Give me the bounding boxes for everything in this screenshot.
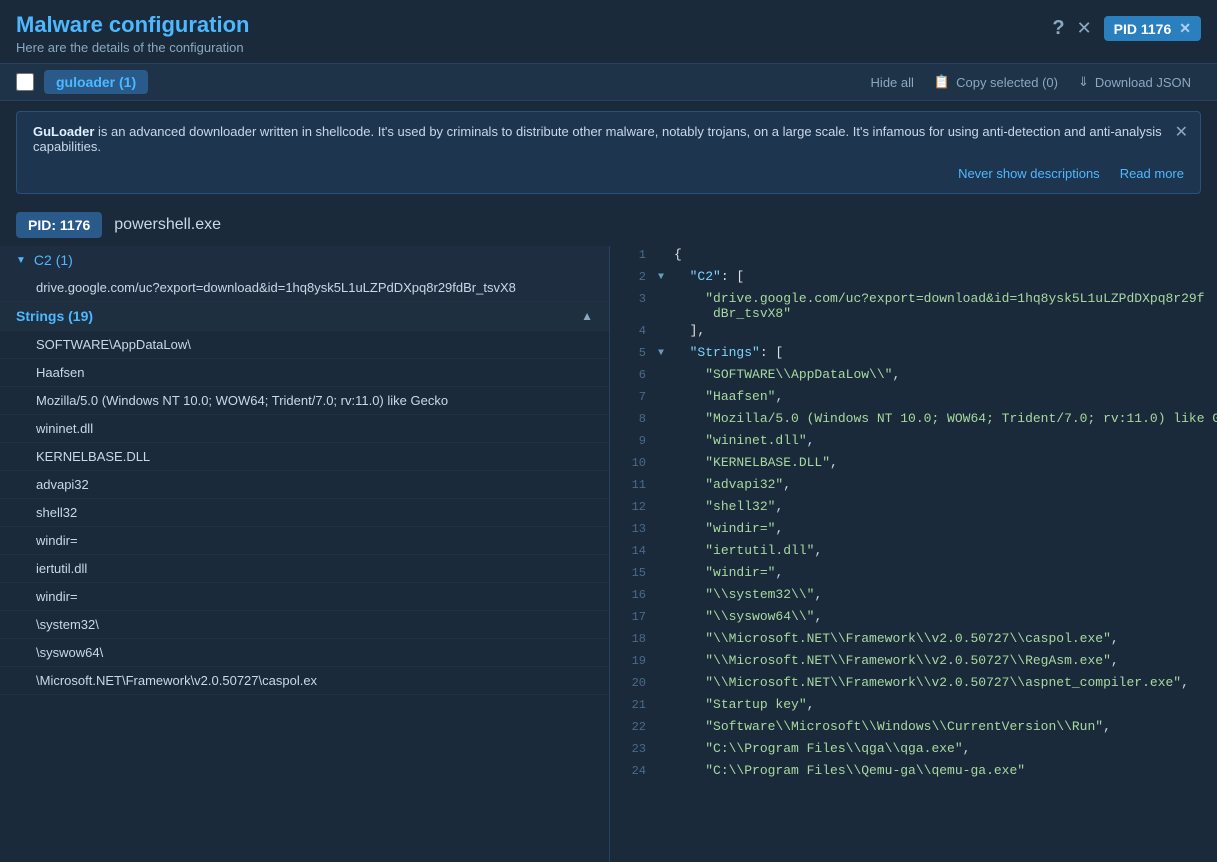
json-line-19: 19 "\\Microsoft.NET\\Framework\\v2.0.507… — [610, 652, 1217, 674]
hide-all-button[interactable]: Hide all — [861, 71, 924, 94]
string-item-0[interactable]: SOFTWARE\AppDataLow\ — [0, 331, 609, 359]
pid-tag: PID: 1176 — [16, 212, 102, 238]
json-line-23: 23 "C:\\Program Files\\qga\\qga.exe", — [610, 740, 1217, 762]
title-bar: Malware configuration Here are the detai… — [0, 0, 1217, 63]
string-item-3[interactable]: wininet.dll — [0, 415, 609, 443]
string-item-9[interactable]: windir= — [0, 583, 609, 611]
json-line-22: 22 "Software\\Microsoft\\Windows\\Curren… — [610, 718, 1217, 740]
c2-section-header[interactable]: ▼ C2 (1) — [0, 246, 609, 274]
json-line-18: 18 "\\Microsoft.NET\\Framework\\v2.0.507… — [610, 630, 1217, 652]
json-line-1: 1 { — [610, 246, 1217, 268]
json-line-12: 12 "shell32", — [610, 498, 1217, 520]
strings-items: SOFTWARE\AppDataLow\ Haafsen Mozilla/5.0… — [0, 331, 609, 695]
close-button[interactable]: ✕ — [1077, 18, 1092, 39]
c2-item-0[interactable]: drive.google.com/uc?export=download&id=1… — [0, 274, 609, 302]
string-item-6[interactable]: shell32 — [0, 499, 609, 527]
string-item-1[interactable]: Haafsen — [0, 359, 609, 387]
json-viewer[interactable]: 1 { 2 ▼ "C2": [ 3 "drive.google.com/uc?e… — [610, 246, 1217, 862]
string-item-12[interactable]: \Microsoft.NET\Framework\v2.0.50727\casp… — [0, 667, 609, 695]
read-more-link[interactable]: Read more — [1120, 166, 1184, 181]
main-content: ▼ C2 (1) drive.google.com/uc?export=down… — [0, 246, 1217, 862]
download-json-button[interactable]: ⇓ Download JSON — [1068, 70, 1201, 94]
json-line-5: 5 ▼ "Strings": [ — [610, 344, 1217, 366]
json-line-9: 9 "wininet.dll", — [610, 432, 1217, 454]
json-line-4: 4 ], — [610, 322, 1217, 344]
info-banner: GuLoader is an advanced downloader writt… — [16, 111, 1201, 194]
json-line-15: 15 "windir=", — [610, 564, 1217, 586]
title-bar-right: ? ✕ PID 1176 ✕ — [1052, 16, 1201, 41]
json-line-24: 24 "C:\\Program Files\\Qemu-ga\\qemu-ga.… — [610, 762, 1217, 784]
string-item-11[interactable]: \syswow64\ — [0, 639, 609, 667]
window-subtitle: Here are the details of the configuratio… — [16, 40, 249, 55]
json-line-8: 8 "Mozilla/5.0 (Windows NT 10.0; WOW64; … — [610, 410, 1217, 432]
download-json-label: Download JSON — [1095, 75, 1191, 90]
left-panel: ▼ C2 (1) drive.google.com/uc?export=down… — [0, 246, 610, 862]
json-line-16: 16 "\\system32\\", — [610, 586, 1217, 608]
json-line-10: 10 "KERNELBASE.DLL", — [610, 454, 1217, 476]
string-item-2[interactable]: Mozilla/5.0 (Windows NT 10.0; WOW64; Tri… — [0, 387, 609, 415]
copy-selected-label: Copy selected (0) — [956, 75, 1058, 90]
json-line-2: 2 ▼ "C2": [ — [610, 268, 1217, 290]
info-description: is an advanced downloader written in she… — [33, 124, 1162, 154]
toolbar: guloader (1) Hide all 📋 Copy selected (0… — [0, 63, 1217, 101]
copy-selected-button[interactable]: 📋 Copy selected (0) — [924, 70, 1068, 94]
c2-item-0-text: drive.google.com/uc?export=download&id=1… — [36, 280, 516, 295]
string-item-4[interactable]: KERNELBASE.DLL — [0, 443, 609, 471]
window-title: Malware configuration — [16, 12, 249, 38]
c2-section-label: C2 (1) — [34, 252, 73, 268]
string-item-10[interactable]: \system32\ — [0, 611, 609, 639]
strings-collapse-icon: ▲ — [581, 309, 593, 323]
title-bar-left: Malware configuration Here are the detai… — [16, 12, 249, 55]
string-item-7[interactable]: windir= — [0, 527, 609, 555]
info-banner-close-button[interactable]: ✕ — [1175, 122, 1188, 142]
json-line-7: 7 "Haafsen", — [610, 388, 1217, 410]
c2-expand-icon: ▼ — [16, 255, 26, 266]
copy-icon: 📋 — [934, 74, 950, 90]
strings-section-header[interactable]: Strings (19) ▲ — [0, 302, 609, 331]
string-item-5[interactable]: advapi32 — [0, 471, 609, 499]
pid-row: PID: 1176 powershell.exe — [0, 204, 1217, 246]
json-line-13: 13 "windir=", — [610, 520, 1217, 542]
select-all-checkbox[interactable] — [16, 73, 34, 91]
json-line-14: 14 "iertutil.dll", — [610, 542, 1217, 564]
pid-process: powershell.exe — [114, 216, 221, 234]
json-line-3: 3 "drive.google.com/uc?export=download&i… — [610, 290, 1217, 322]
json-line-11: 11 "advapi32", — [610, 476, 1217, 498]
never-show-link[interactable]: Never show descriptions — [958, 166, 1100, 181]
info-banner-footer: Never show descriptions Read more — [33, 166, 1184, 181]
json-line-17: 17 "\\syswow64\\", — [610, 608, 1217, 630]
brand-name: GuLoader — [33, 124, 94, 139]
strings-section-label: Strings (19) — [16, 308, 93, 324]
pid-badge: PID 1176 ✕ — [1104, 16, 1201, 41]
json-line-20: 20 "\\Microsoft.NET\\Framework\\v2.0.507… — [610, 674, 1217, 696]
pid-badge-text: PID 1176 — [1114, 21, 1172, 37]
json-line-21: 21 "Startup key", — [610, 696, 1217, 718]
json-line-6: 6 "SOFTWARE\\AppDataLow\\", — [610, 366, 1217, 388]
string-item-8[interactable]: iertutil.dll — [0, 555, 609, 583]
download-icon: ⇓ — [1078, 74, 1089, 90]
guloader-tab[interactable]: guloader (1) — [44, 70, 148, 94]
pid-badge-close-icon[interactable]: ✕ — [1179, 20, 1191, 37]
help-button[interactable]: ? — [1052, 17, 1064, 40]
